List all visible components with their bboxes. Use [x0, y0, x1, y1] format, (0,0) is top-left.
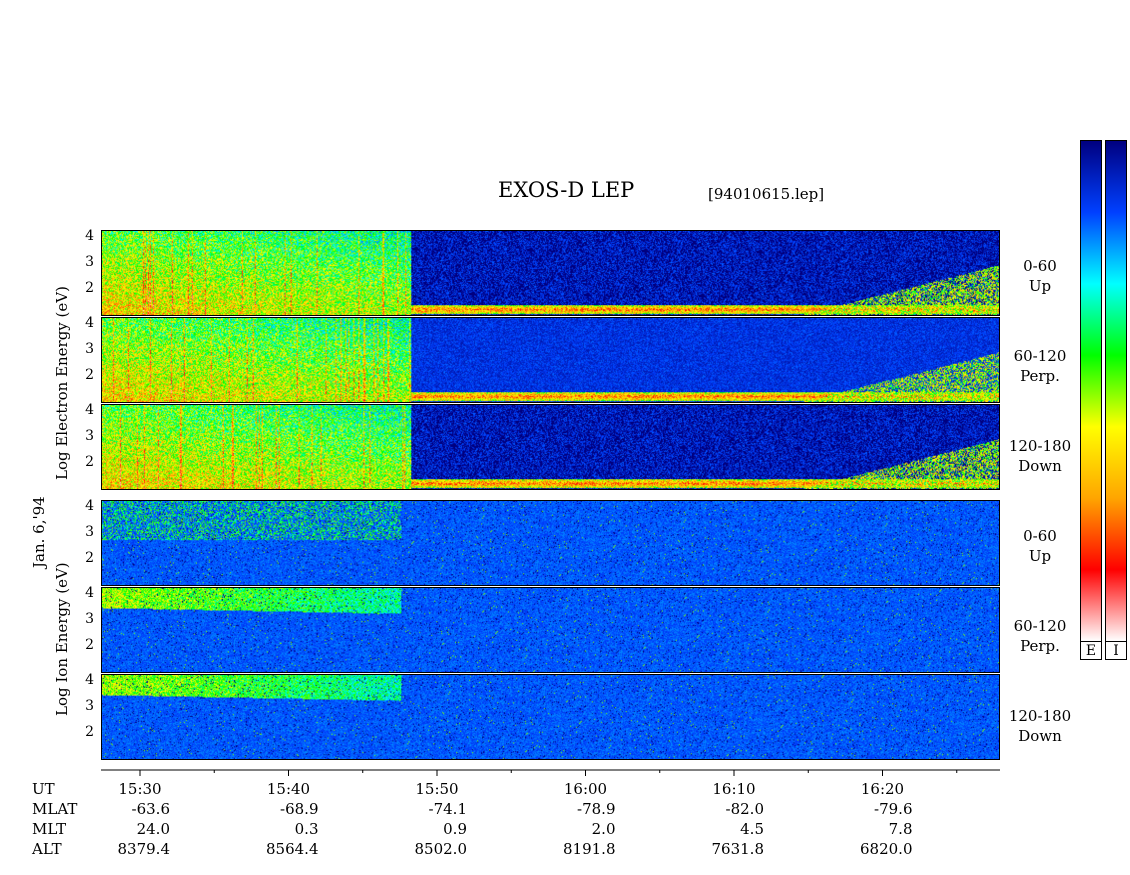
y-tick-label: 4 — [85, 585, 94, 601]
orbit-value-alt: 8564.4 — [266, 840, 319, 858]
orbit-value-mlat: -82.0 — [725, 800, 764, 818]
y-tick-label: 4 — [85, 402, 94, 418]
y-tick-label: 2 — [85, 454, 94, 470]
y-tick-label: 4 — [85, 672, 94, 688]
y-tick-label: 2 — [85, 724, 94, 740]
pitch-range: 0-60 — [1023, 527, 1057, 545]
pitch-angle-label: 60-120 Perp. — [1000, 616, 1080, 656]
pitch-range: 120-180 — [1008, 707, 1072, 725]
orbit-value-ut: 15:40 — [266, 780, 311, 798]
y-tick-label: 4 — [85, 228, 94, 244]
orbit-row-label: MLAT — [32, 800, 78, 818]
y-tick-label: 2 — [85, 280, 94, 296]
y-tick-label: 4 — [85, 498, 94, 514]
pitch-direction: Perp. — [1020, 367, 1060, 385]
time-axis — [101, 769, 1000, 776]
orbit-value-ut: 15:50 — [415, 780, 459, 798]
orbit-value-mlat: -79.6 — [874, 800, 913, 818]
pitch-angle-label: 0-60 Up — [1000, 526, 1080, 566]
orbit-value-mlat: -78.9 — [577, 800, 616, 818]
orbit-row-label: MLT — [32, 820, 67, 838]
pitch-direction: Up — [1028, 277, 1052, 295]
orbit-value-alt: 8502.0 — [414, 840, 468, 858]
y-tick-label: 2 — [85, 550, 94, 566]
y-tick-label: 2 — [85, 367, 94, 383]
y-tick-label: 2 — [85, 637, 94, 653]
orbit-value-mlt: 2.0 — [591, 820, 616, 838]
orbit-value-ut: 16:00 — [563, 780, 608, 798]
orbit-value-ut: 16:20 — [860, 780, 905, 798]
orbit-row-label: ALT — [32, 840, 62, 858]
orbit-value-mlt: 24.0 — [136, 820, 170, 838]
pitch-angle-label: 120-180 Down — [1000, 706, 1080, 746]
y-tick-label: 3 — [85, 341, 94, 357]
pitch-direction: Down — [1018, 457, 1062, 475]
y-tick-label: 3 — [85, 428, 94, 444]
y-tick-label: 3 — [85, 698, 94, 714]
pitch-range: 0-60 — [1023, 257, 1057, 275]
pitch-direction: Up — [1028, 547, 1052, 565]
orbit-value-alt: 7631.8 — [711, 840, 765, 858]
orbit-value-mlt: 7.8 — [888, 820, 913, 838]
pitch-range: 60-120 — [1013, 347, 1067, 365]
orbit-value-mlat: -68.9 — [280, 800, 319, 818]
orbit-value-mlt: 0.9 — [443, 820, 467, 838]
pitch-direction: Down — [1018, 727, 1062, 745]
y-tick-label: 4 — [85, 315, 94, 331]
orbit-value-mlt: 0.3 — [294, 820, 319, 838]
pitch-angle-label: 0-60 Up — [1000, 256, 1080, 296]
orbit-value-ut: 16:10 — [712, 780, 756, 798]
y-tick-label: 3 — [85, 611, 94, 627]
orbit-value-alt: 6820.0 — [860, 840, 913, 858]
orbit-row-label: UT — [32, 780, 55, 798]
orbit-value-mlat: -63.6 — [131, 800, 170, 818]
orbit-value-ut: 15:30 — [118, 780, 162, 798]
pitch-range: 120-180 — [1008, 437, 1072, 455]
y-tick-label: 3 — [85, 524, 94, 540]
y-tick-label: 3 — [85, 254, 94, 270]
orbit-value-mlat: -74.1 — [428, 800, 467, 818]
orbit-value-alt: 8191.8 — [563, 840, 616, 858]
orbit-value-alt: 8379.4 — [117, 840, 171, 858]
orbit-value-mlt: 4.5 — [740, 820, 764, 838]
pitch-direction: Perp. — [1020, 637, 1060, 655]
pitch-range: 60-120 — [1013, 617, 1067, 635]
pitch-angle-label: 120-180 Down — [1000, 436, 1080, 476]
pitch-angle-label: 60-120 Perp. — [1000, 346, 1080, 386]
